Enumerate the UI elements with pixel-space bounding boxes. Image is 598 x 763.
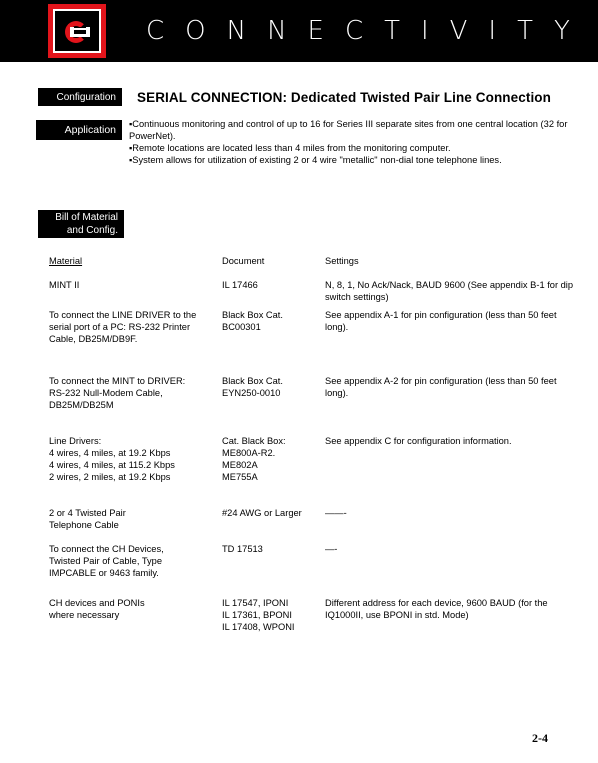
page-number: 2-4 (532, 731, 548, 745)
bullet-item: ▪Continuous monitoring and control of up… (129, 119, 568, 141)
cell-material: Line Drivers: 4 wires, 4 miles, at 19.2 … (49, 436, 175, 482)
cutler-hammer-logo-icon (48, 4, 106, 58)
configuration-label: Configuration (38, 88, 122, 106)
cell-material: To connect the CH Devices, Twisted Pair … (49, 544, 164, 578)
cell-material: 2 or 4 Twisted Pair Telephone Cable (49, 508, 126, 530)
section-title: SERIAL CONNECTION: Dedicated Twisted Pai… (137, 90, 551, 105)
bullet-item: ▪Remote locations are located less than … (129, 143, 451, 153)
cell-settings: Different address for each device, 9600 … (325, 598, 548, 620)
cell-document: Black Box Cat. BC00301 (222, 310, 283, 332)
cell-settings: See appendix C for configuration informa… (325, 436, 512, 446)
cell-settings: —- (325, 544, 338, 554)
cell-material: MINT II (49, 280, 80, 290)
cell-document: IL 17547, IPONI IL 17361, BPONI IL 17408… (222, 598, 295, 632)
application-bullets: ▪Continuous monitoring and control of up… (129, 118, 589, 166)
cell-settings: See appendix A-2 for pin configuration (… (325, 376, 557, 398)
brand-title: CONNECTIVITY (146, 16, 591, 46)
cell-document: IL 17466 (222, 280, 258, 290)
bullet-item: ▪System allows for utilization of existi… (129, 155, 502, 165)
cell-material: To connect the MINT to DRIVER: RS-232 Nu… (49, 376, 186, 410)
bill-of-material-label: Bill of Material and Config. (38, 210, 124, 238)
cell-material: To connect the LINE DRIVER to the serial… (49, 310, 197, 344)
header-settings: Settings (325, 256, 359, 266)
cell-settings: See appendix A-1 for pin configuration (… (325, 310, 557, 332)
application-label: Application (36, 120, 122, 140)
header-bar: CONNECTIVITY (0, 0, 598, 62)
cell-settings: ——- (325, 508, 347, 518)
header-document: Document (222, 256, 265, 266)
cell-document: Black Box Cat. EYN250-0010 (222, 376, 283, 398)
cell-document: #24 AWG or Larger (222, 508, 302, 518)
cell-document: TD 17513 (222, 544, 263, 554)
cell-document: Cat. Black Box: ME800A-R2. ME802A ME755A (222, 436, 286, 482)
header-material: Material (49, 256, 83, 266)
cell-settings: N, 8, 1, No Ack/Nack, BAUD 9600 (See app… (325, 280, 574, 302)
cell-material: CH devices and PONIs where necessary (49, 598, 145, 620)
